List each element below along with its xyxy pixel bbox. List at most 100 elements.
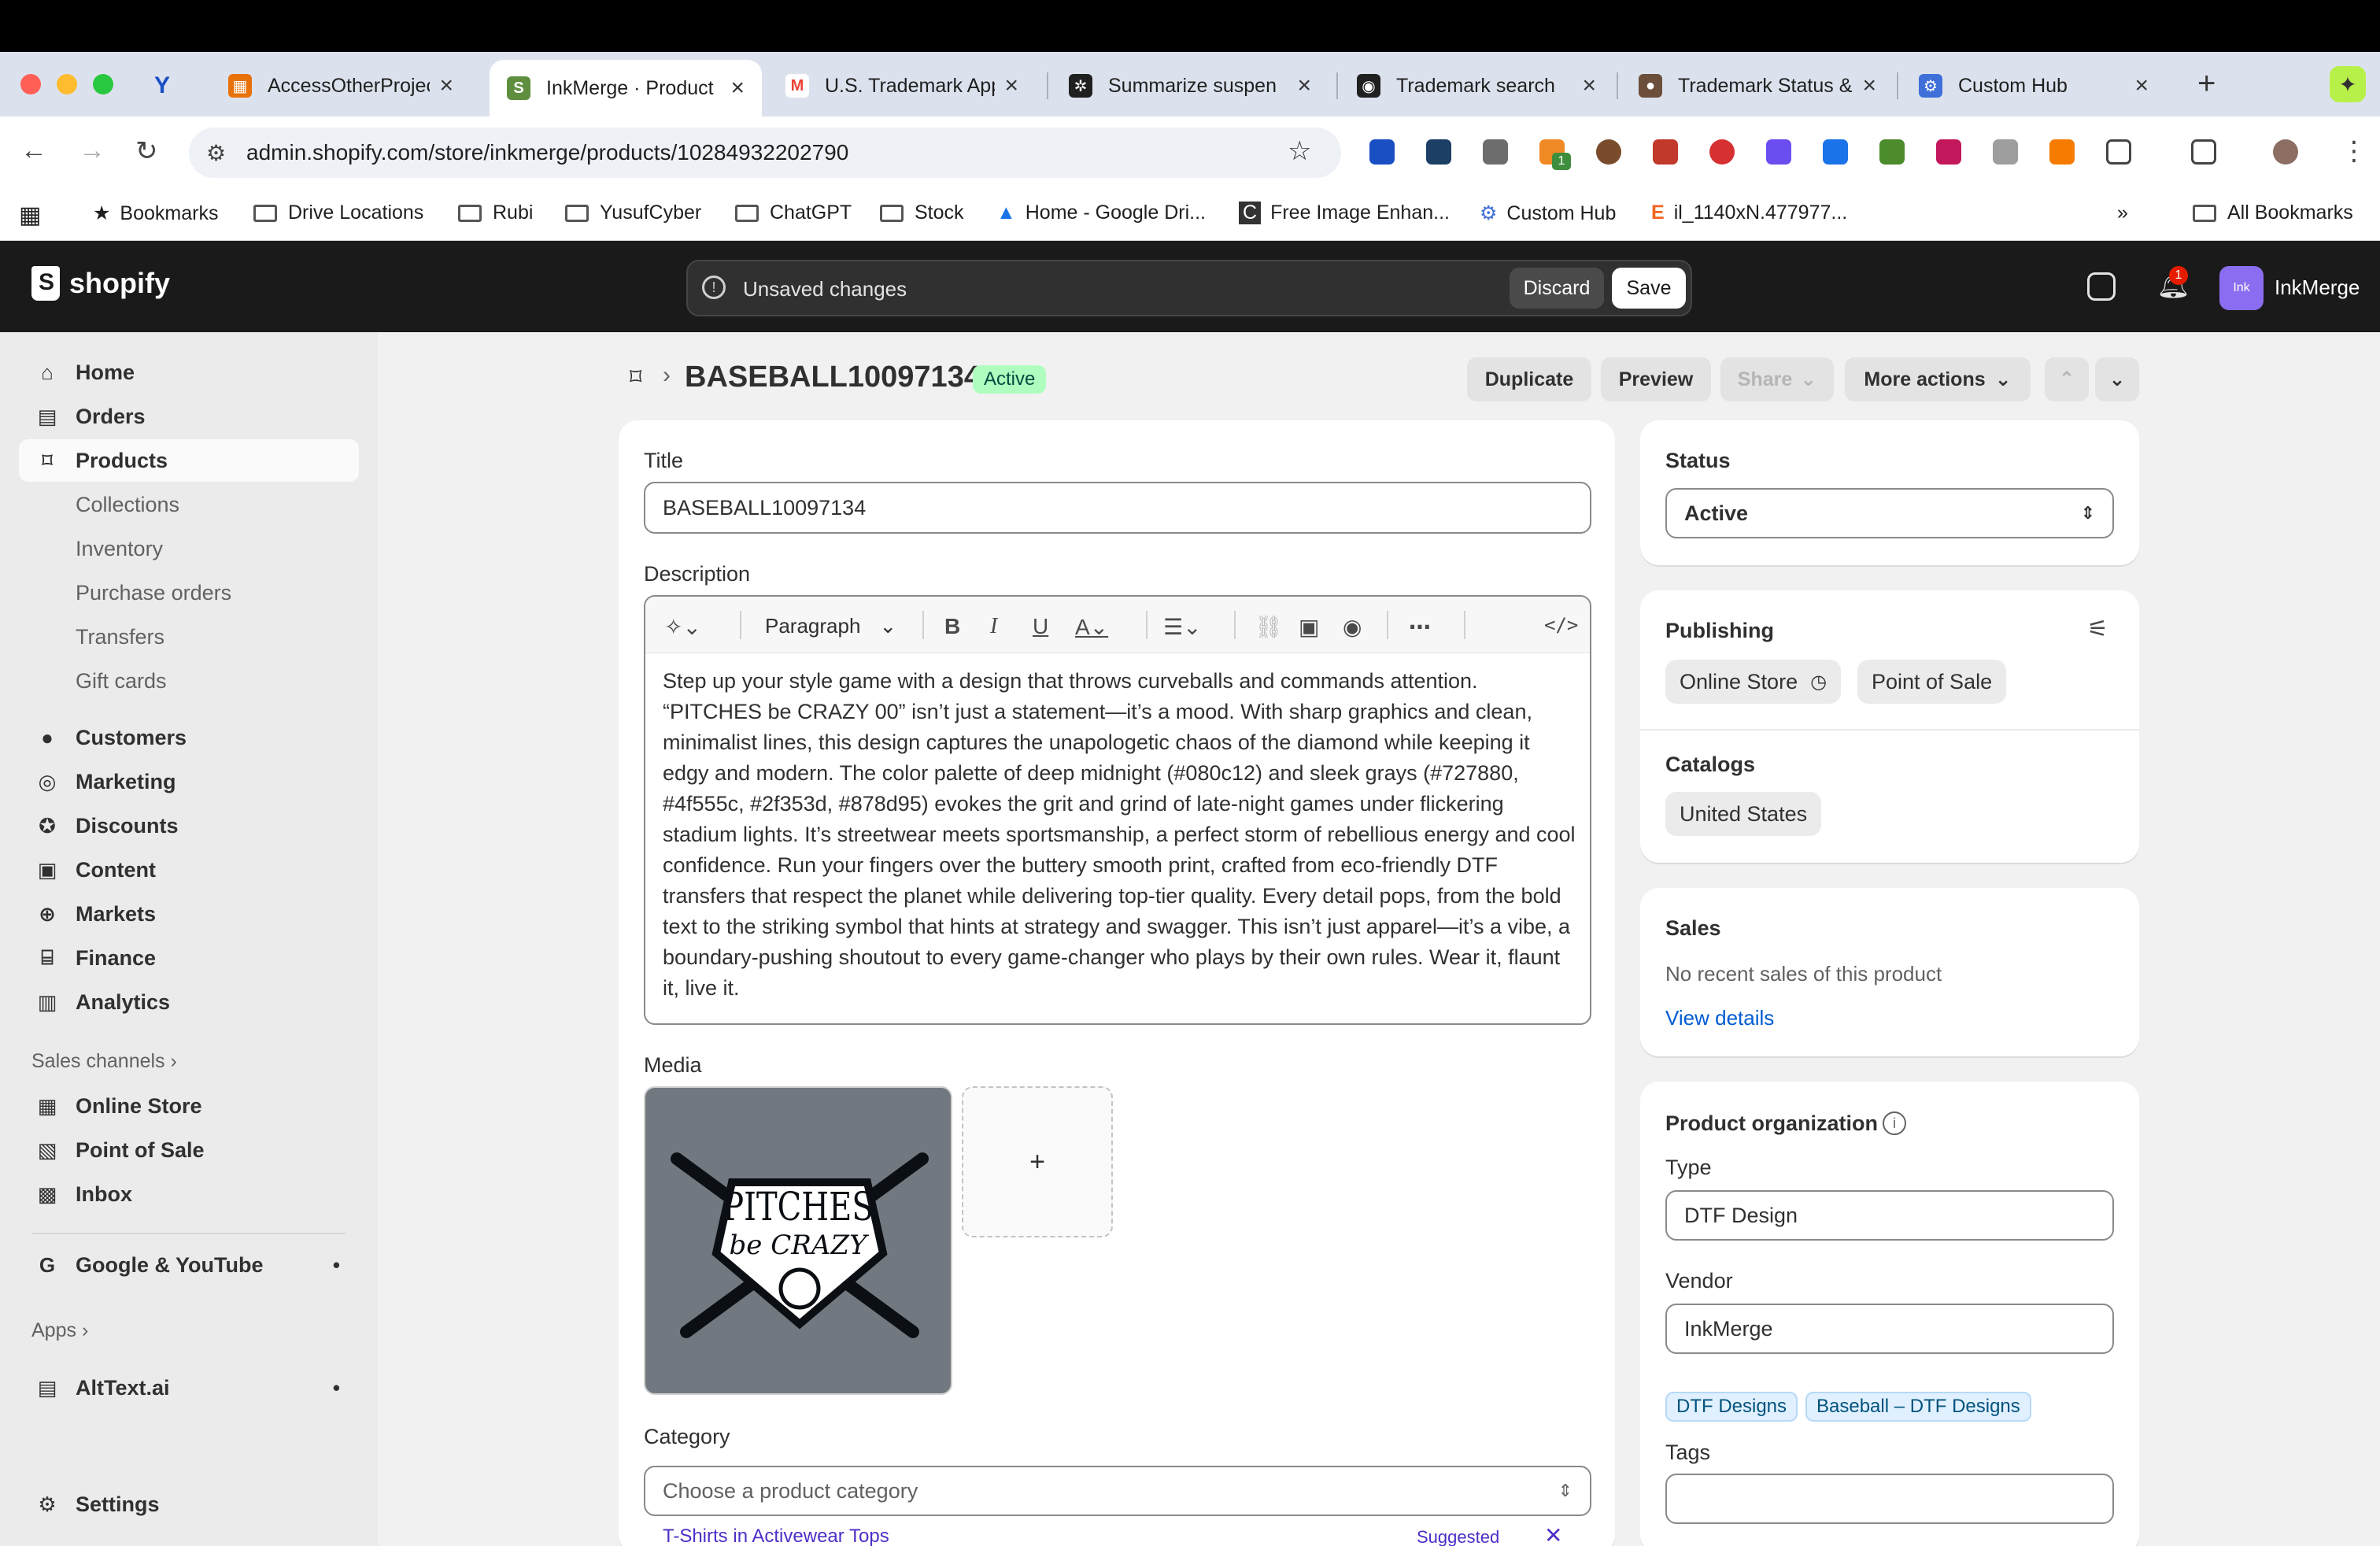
channel-online-store[interactable]: Online Store ◷ <box>1665 660 1842 704</box>
extension-icon[interactable] <box>2049 139 2075 165</box>
bookmark-all-bookmarks[interactable]: All Bookmarks <box>2193 202 2353 224</box>
bookmark-bookmarks[interactable]: ★ Bookmarks <box>93 202 218 225</box>
profile-avatar[interactable] <box>2273 139 2298 165</box>
bold-icon[interactable]: B <box>944 614 960 639</box>
sidebar-item-point-of-sale[interactable]: ▧ Point of Sale <box>19 1129 359 1171</box>
sidebar-item-analytics[interactable]: ▥ Analytics <box>19 981 359 1023</box>
bookmark-yusufcyber[interactable]: YusufCyber <box>565 202 701 224</box>
sidebar-item-finance[interactable]: ⌸ Finance <box>19 937 359 979</box>
channel-point-of-sale[interactable]: Point of Sale <box>1857 660 2007 704</box>
glasses-extension-icon[interactable] <box>1879 139 1905 165</box>
add-media-button[interactable]: + <box>962 1086 1113 1237</box>
minimize-window-button[interactable] <box>57 74 77 94</box>
next-product-button[interactable]: ⌄ <box>2095 357 2139 401</box>
tag-icon[interactable]: ⌑ <box>630 364 641 391</box>
heart-extension-icon[interactable] <box>1993 139 2018 165</box>
manage-channels-icon[interactable]: ⚟ <box>2087 616 2108 643</box>
video-icon[interactable]: ◉ <box>1343 614 1362 640</box>
tab-us-trademark[interactable]: M U.S. Trademark App × <box>768 61 1036 110</box>
align-icon[interactable]: ☰⌄ <box>1163 614 1202 640</box>
tab-trademark-search[interactable]: ◉ Trademark search × <box>1340 61 1613 110</box>
store-name[interactable]: InkMerge <box>2275 276 2360 300</box>
sidebar-item-google-youtube[interactable]: G Google & YouTube • <box>19 1244 359 1286</box>
category-suggestion[interactable]: T-Shirts in Activewear Tops <box>663 1526 889 1546</box>
sidebar-item-transfers[interactable]: Transfers <box>19 616 359 658</box>
tab-summarize[interactable]: ✲ Summarize suspen × <box>1051 61 1329 110</box>
extension-icon[interactable] <box>1369 139 1395 165</box>
vendor-input[interactable]: InkMerge <box>1665 1304 2114 1354</box>
collection-tag[interactable]: Baseball – DTF Designs <box>1805 1392 2031 1422</box>
site-settings-icon[interactable]: ⚙ <box>206 140 226 166</box>
discard-button[interactable]: Discard <box>1510 268 1604 309</box>
back-arrow-icon[interactable]: ← <box>20 135 47 166</box>
close-tab-icon[interactable]: × <box>1297 72 1311 99</box>
ai-sparkle-icon[interactable]: ✧⌄ <box>664 614 701 640</box>
extension-icon[interactable] <box>1426 139 1451 165</box>
sidebar-item-online-store[interactable]: ▦ Online Store <box>19 1085 359 1127</box>
paragraph-format-select[interactable]: Paragraph ⌄ <box>765 614 896 638</box>
close-tab-icon[interactable]: × <box>1862 72 1876 99</box>
url-text[interactable]: admin.shopify.com/store/inkmerge/product… <box>246 140 848 165</box>
sidebar-item-home[interactable]: ⌂ Home <box>19 351 359 394</box>
grid-extension-icon[interactable] <box>1823 139 1848 165</box>
bookmark-free-image[interactable]: C Free Image Enhan... <box>1239 202 1450 224</box>
puzzle-extensions-icon[interactable] <box>2106 139 2131 165</box>
extension-icon[interactable] <box>1766 139 1791 165</box>
close-tab-icon[interactable]: × <box>2134 72 2149 99</box>
bookmark-etsy-image[interactable]: Eil_1140xN.477977... <box>1651 202 1847 224</box>
sidebar-item-customers[interactable]: ● Customers <box>19 716 359 759</box>
extension-icon[interactable] <box>1936 139 1961 165</box>
sidebar-item-markets[interactable]: ⊕ Markets <box>19 893 359 935</box>
store-avatar[interactable]: Ink <box>2219 266 2264 310</box>
cookie-extension-icon[interactable] <box>1596 139 1621 165</box>
extension-icon[interactable] <box>1653 139 1678 165</box>
save-button[interactable]: Save <box>1612 268 1686 309</box>
bookmark-rubi[interactable]: Rubi <box>458 202 533 224</box>
sidebar-item-products[interactable]: ⌑ Products <box>19 439 359 482</box>
sidebar-item-marketing[interactable]: ◎ Marketing <box>19 760 359 803</box>
sidebar-item-inventory[interactable]: Inventory <box>19 527 359 570</box>
mail-extension-icon[interactable] <box>1483 139 1508 165</box>
more-actions-button[interactable]: More actions ⌄ <box>1845 357 2031 401</box>
sidebar-item-content[interactable]: ▣ Content <box>19 849 359 891</box>
apps-grid-icon[interactable]: ▦ <box>19 202 41 229</box>
product-image[interactable]: PITCHES be CRAZY <box>644 1086 952 1395</box>
previous-product-button[interactable]: ⌃ <box>2045 357 2089 401</box>
close-tab-icon[interactable]: × <box>439 72 453 99</box>
bookmark-google-drive[interactable]: ▲ Home - Google Dri... <box>996 202 1206 224</box>
apps-heading[interactable]: Apps › <box>31 1319 88 1342</box>
link-icon[interactable]: ⛓ <box>1255 614 1283 640</box>
italic-icon[interactable]: I <box>990 614 997 639</box>
more-options-icon[interactable]: ⋯ <box>1409 614 1431 640</box>
description-text[interactable]: Step up your style game with a design th… <box>663 666 1579 1004</box>
close-window-button[interactable] <box>20 74 41 94</box>
code-view-icon[interactable]: </> <box>1544 614 1578 636</box>
tags-input[interactable] <box>1665 1474 2114 1524</box>
more-bookmarks-icon[interactable]: » <box>2117 202 2128 224</box>
new-tab-button[interactable]: + <box>2197 66 2216 102</box>
bookmark-star-icon[interactable]: ☆ <box>1288 135 1311 167</box>
bookmark-chatgpt[interactable]: ChatGPT <box>735 202 852 224</box>
reload-icon[interactable]: ↻ <box>135 135 158 167</box>
adblock-icon[interactable] <box>1709 139 1735 165</box>
sales-channels-heading[interactable]: Sales channels › <box>31 1050 177 1073</box>
sidebar-item-inbox[interactable]: ▩ Inbox <box>19 1173 359 1215</box>
tab-search-icon[interactable] <box>2191 139 2216 165</box>
sidebar-item-purchase-orders[interactable]: Purchase orders <box>19 571 359 614</box>
share-button[interactable]: Share ⌄ <box>1720 357 1834 401</box>
shopify-logo[interactable]: shopify <box>31 266 170 301</box>
duplicate-button[interactable]: Duplicate <box>1467 357 1591 401</box>
info-icon[interactable]: i <box>1883 1111 1906 1135</box>
image-icon[interactable]: ▣ <box>1299 614 1319 640</box>
sidebar-item-discounts[interactable]: ✪ Discounts <box>19 804 359 847</box>
tab-inkmerge-product[interactable]: S InkMerge · Product × <box>490 60 762 117</box>
sidebar-item-alttext[interactable]: ▤ AltText.ai • <box>19 1367 359 1409</box>
sidebar-item-orders[interactable]: ▤ Orders <box>19 395 359 438</box>
close-tab-icon[interactable]: × <box>1004 72 1018 99</box>
text-color-icon[interactable]: A⌄ <box>1075 614 1108 640</box>
catalog-united-states[interactable]: United States <box>1665 792 1822 836</box>
title-input[interactable]: BASEBALL10097134 <box>644 482 1591 534</box>
close-tab-icon[interactable]: × <box>730 75 745 102</box>
bookmark-custom-hub[interactable]: ⚙ Custom Hub <box>1480 202 1616 225</box>
sidebar-item-collections[interactable]: Collections <box>19 483 359 526</box>
